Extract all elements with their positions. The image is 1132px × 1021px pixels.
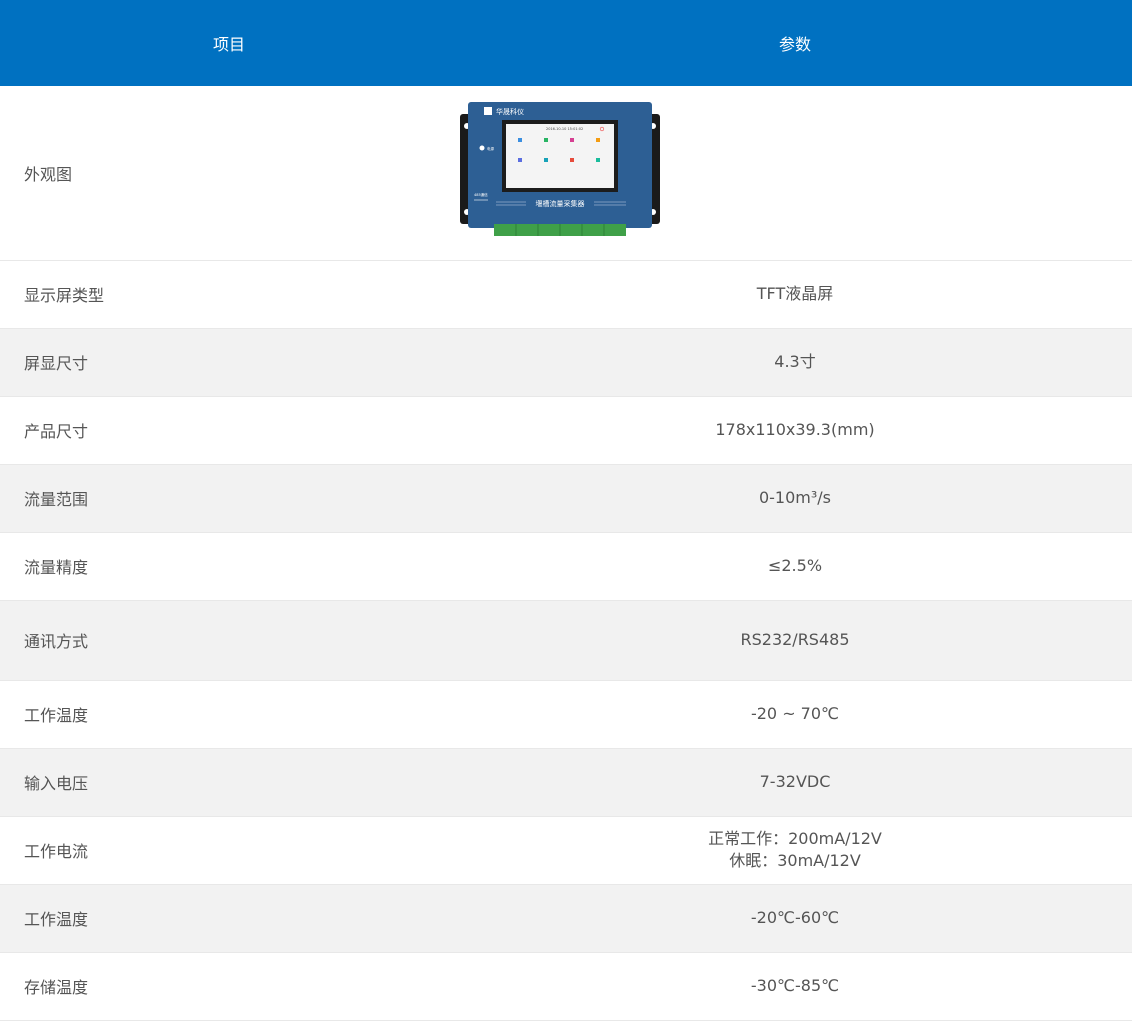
row-label: 流量精度 [0,532,458,601]
row-value-line: 4.3寸 [774,352,816,371]
screen-icon [596,137,600,142]
row-label: 显示屏类型 [0,260,458,329]
table-header-row: 项目 参数 [0,0,1132,86]
device-brand: 华晟科仪 [496,107,524,116]
row-value-line: 0-10m³/s [758,488,832,507]
row-value: TFT液晶屏 [458,260,1132,329]
row-value-line: TFT液晶屏 [756,284,834,303]
table-row: 显示屏类型 TFT液晶屏 [0,260,1132,329]
screen-icon [596,157,600,162]
table-row-appearance: 外观图 华晟科仪 2016-10-10 15:01:02 电源 485通信 堰槽… [0,86,1132,261]
appearance-image-cell: 华晟科仪 2016-10-10 15:01:02 电源 485通信 堰槽流量采集… [458,86,1132,261]
row-label: 存储温度 [0,952,458,1021]
row-value: 0-10m³/s [458,464,1132,533]
screen-icon [570,137,574,142]
screen-icon [518,157,522,162]
device-illustration: 华晟科仪 2016-10-10 15:01:02 电源 485通信 堰槽流量采集… [460,101,660,236]
row-label: 产品尺寸 [0,396,458,465]
power-led-icon [479,145,485,151]
row-value: 7-32VDC [458,748,1132,817]
row-label: 工作温度 [0,884,458,953]
row-label: 通讯方式 [0,600,458,681]
spec-table: 项目 参数 外观图 华晟科仪 2016-10-10 15:01:02 电源 48… [0,0,1132,1021]
row-label: 输入电压 [0,748,458,817]
row-value: ≤2.5% [458,532,1132,601]
row-label: 流量范围 [0,464,458,533]
row-value: 正常工作：200mA/12V 休眠：30mA/12V [458,816,1132,885]
table-row: 通讯方式 RS232/RS485 [0,600,1132,681]
row-value-line: 正常工作：200mA/12V [708,829,882,848]
table-row: 产品尺寸 178x110x39.3(mm) [0,396,1132,465]
spec-rows: 显示屏类型 TFT液晶屏屏显尺寸 4.3寸产品尺寸 178x110x39.3(mm) 流… [0,260,1132,1021]
table-row: 流量精度 ≤2.5% [0,532,1132,601]
table-row: 工作温度 -20 ~ 70℃ [0,680,1132,749]
lcd-screen [506,123,614,188]
row-value: 4.3寸 [458,328,1132,397]
row-value: -20 ~ 70℃ [458,680,1132,749]
header-item: 项目 [0,0,458,86]
screen-icon [518,137,522,142]
screen-icon [544,137,548,142]
row-value-line: 178x110x39.3(mm) [715,420,875,439]
brand-logo-icon [484,106,492,115]
row-value: -20℃-60℃ [458,884,1132,953]
row-value-line: -20℃-60℃ [750,908,840,927]
device-image: 华晟科仪 2016-10-10 15:01:02 电源 485通信 堰槽流量采集… [460,96,660,246]
power-led-label: 电源 [487,146,495,151]
row-value: RS232/RS485 [458,600,1132,681]
comm-port-label: 485通信 [474,192,488,197]
screen-icon [544,157,548,162]
row-value-line: RS232/RS485 [740,630,850,649]
table-row: 存储温度 -30℃-85℃ [0,952,1132,1021]
appearance-label: 外观图 [0,86,458,261]
row-label: 屏显尺寸 [0,328,458,397]
header-param: 参数 [458,0,1132,86]
row-label: 工作温度 [0,680,458,749]
row-value: 178x110x39.3(mm) [458,396,1132,465]
row-value-line: -20 ~ 70℃ [750,704,840,723]
row-value-line: 7-32VDC [759,772,831,791]
screen-datetime: 2016-10-10 15:01:02 [546,127,583,131]
table-row: 流量范围 0-10m³/s [0,464,1132,533]
table-row: 工作电流 正常工作：200mA/12V 休眠：30mA/12V [0,816,1132,885]
table-row: 输入电压 7-32VDC [0,748,1132,817]
table-row: 屏显尺寸 4.3寸 [0,328,1132,397]
row-value-line: ≤2.5% [767,556,823,575]
device-name: 堰槽流量采集器 [536,199,585,208]
row-value-line: 休眠：30mA/12V [729,851,861,870]
table-row: 工作温度 -20℃-60℃ [0,884,1132,953]
screen-icon [570,157,574,162]
row-label: 工作电流 [0,816,458,885]
terminal-blocks [494,223,626,236]
row-value: -30℃-85℃ [458,952,1132,1021]
row-value-line: -30℃-85℃ [750,976,840,995]
